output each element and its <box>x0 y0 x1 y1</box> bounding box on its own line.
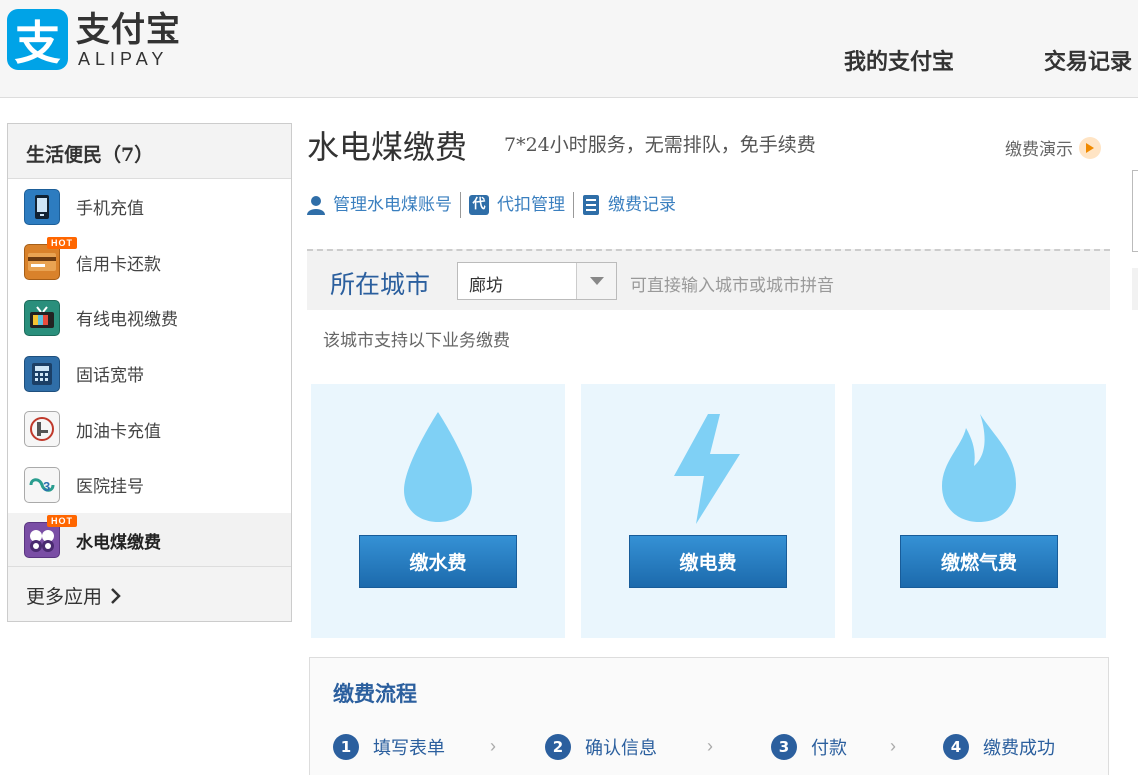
step-number: 3 <box>771 734 797 760</box>
tv-icon <box>24 299 60 336</box>
sidebar-item-label: 水电煤缴费 <box>76 532 161 553</box>
user-icon <box>307 195 325 215</box>
payment-demo-link[interactable]: 缴费演示 <box>1005 135 1101 160</box>
utilities-icon: HOT <box>24 515 77 559</box>
flow-step: 4 缴费成功 <box>943 734 1055 760</box>
sidebar-item-credit-card[interactable]: HOT 信用卡还款 <box>8 235 291 291</box>
sidebar-item-label: 加油卡充值 <box>76 421 161 442</box>
page-subtitle: 7*24小时服务，无需排队，免手续费 <box>504 134 816 156</box>
proxy-management-link[interactable]: 代 代扣管理 <box>461 192 574 218</box>
payment-flow: 缴费流程 1 填写表单 › 2 确认信息 › 3 付款 › 4 缴费成功 <box>309 657 1109 775</box>
mobile-phone-icon <box>24 188 60 225</box>
header: 支 支付宝 ALIPAY 我的支付宝 交易记录 <box>0 0 1138 98</box>
step-number: 2 <box>545 734 571 760</box>
more-apps-link[interactable]: 更多应用 <box>8 566 291 621</box>
service-card-gas: 缴燃气费 <box>852 384 1106 638</box>
more-apps-label: 更多应用 <box>26 586 103 608</box>
chevron-right-icon: › <box>890 736 896 756</box>
link-label: 管理水电煤账号 <box>333 195 452 215</box>
payment-records-link[interactable]: 缴费记录 <box>574 192 684 218</box>
alipay-logo-mark: 支 <box>7 9 68 70</box>
sidebar-item-label: 信用卡还款 <box>76 254 161 275</box>
demo-label: 缴费演示 <box>1005 140 1073 160</box>
hot-badge: HOT <box>47 515 77 528</box>
step-label: 缴费成功 <box>983 738 1055 759</box>
alipay-logo[interactable]: 支 支付宝 ALIPAY <box>7 9 181 70</box>
lightning-icon <box>581 410 835 530</box>
step-label: 确认信息 <box>585 738 657 759</box>
credit-card-icon: HOT <box>24 237 77 281</box>
sidebar-item-mobile-recharge[interactable]: 手机充值 <box>8 179 291 235</box>
chevron-right-icon: › <box>490 736 496 756</box>
city-input[interactable]: 廊坊 <box>469 271 503 296</box>
city-label: 所在城市 <box>330 270 431 299</box>
sidebar-item-label: 医院挂号 <box>76 477 144 498</box>
manage-accounts-link[interactable]: 管理水电煤账号 <box>307 192 461 218</box>
nav-transactions[interactable]: 交易记录 <box>1044 44 1132 76</box>
sidebar-item-utilities[interactable]: HOT 水电煤缴费 <box>8 512 291 569</box>
chevron-down-icon[interactable] <box>576 263 616 299</box>
logo-en: ALIPAY <box>78 48 169 69</box>
service-card-water: 缴水费 <box>311 384 565 638</box>
service-card-electricity: 缴电费 <box>581 384 835 638</box>
link-label: 缴费记录 <box>608 195 676 215</box>
fuel-card-icon <box>24 411 60 448</box>
support-text: 该城市支持以下业务缴费 <box>323 331 510 351</box>
step-number: 1 <box>333 734 359 760</box>
flow-step: 1 填写表单 <box>333 734 445 760</box>
link-label: 代扣管理 <box>497 195 565 215</box>
logo-cn: 支付宝 <box>76 9 181 50</box>
flow-step: 2 确认信息 <box>545 734 657 760</box>
water-drop-icon <box>311 410 565 530</box>
sidebar-item-label: 手机充值 <box>76 199 144 220</box>
play-icon <box>1079 136 1101 159</box>
pay-water-button[interactable]: 缴水费 <box>359 535 517 588</box>
sidebar-item-landline[interactable]: 固话宽带 <box>8 346 291 402</box>
pay-electricity-button[interactable]: 缴电费 <box>629 535 787 588</box>
hot-badge: HOT <box>47 237 77 250</box>
sidebar-title: 生活便民（7） <box>8 124 291 179</box>
record-icon <box>582 194 600 216</box>
logo-text: 支付宝 ALIPAY <box>76 11 181 69</box>
right-panel-edge <box>1132 268 1138 310</box>
flow-step: 3 付款 <box>771 734 847 760</box>
landline-phone-icon <box>24 355 60 392</box>
step-label: 填写表单 <box>373 738 445 759</box>
city-hint: 可直接输入城市或城市拼音 <box>630 276 834 296</box>
svg-text:3: 3 <box>43 479 50 494</box>
proxy-icon: 代 <box>469 195 489 215</box>
chevron-right-icon <box>110 587 122 610</box>
quick-links: 管理水电煤账号 代 代扣管理 缴费记录 <box>307 192 684 218</box>
right-panel-edge <box>1132 170 1138 252</box>
hospital-icon: 3 <box>24 466 60 503</box>
city-select[interactable]: 廊坊 <box>457 262 617 300</box>
city-bar: 所在城市 廊坊 可直接输入城市或城市拼音 <box>307 249 1110 310</box>
proxy-icon-text: 代 <box>472 197 486 212</box>
flow-title: 缴费流程 <box>333 682 417 706</box>
sidebar-item-hospital[interactable]: 3 医院挂号 <box>8 457 291 513</box>
pay-gas-button[interactable]: 缴燃气费 <box>900 535 1058 588</box>
sidebar-item-cable-tv[interactable]: 有线电视缴费 <box>8 290 291 346</box>
sidebar-item-label: 固话宽带 <box>76 366 144 387</box>
sidebar: 生活便民（7） 手机充值 HOT 信用卡还款 有线电视缴费 固话宽带 加油卡充值 <box>7 123 292 622</box>
nav-my-alipay[interactable]: 我的支付宝 <box>844 44 954 76</box>
step-number: 4 <box>943 734 969 760</box>
chevron-right-icon: › <box>707 736 713 756</box>
page-title: 水电煤缴费 <box>307 128 468 166</box>
flame-icon <box>852 410 1106 530</box>
step-label: 付款 <box>811 738 847 759</box>
sidebar-item-label: 有线电视缴费 <box>76 310 178 331</box>
sidebar-item-fuel-card[interactable]: 加油卡充值 <box>8 401 291 457</box>
